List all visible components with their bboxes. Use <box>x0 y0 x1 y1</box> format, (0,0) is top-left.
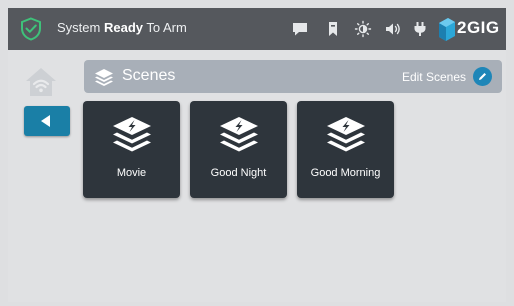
layers-icon <box>95 69 113 86</box>
scene-tile-movie[interactable]: Movie <box>83 101 180 198</box>
scene-lightning-layers-icon <box>327 117 365 152</box>
home-wifi-icon[interactable] <box>24 65 58 99</box>
edit-scenes-button[interactable] <box>473 67 492 86</box>
message-icon[interactable] <box>291 20 309 38</box>
pencil-icon <box>479 73 486 80</box>
back-button[interactable] <box>24 106 70 136</box>
panel-screen: System Ready To Arm 2GIG Scenes Edit Sce… <box>8 8 506 302</box>
scenes-title: Scenes <box>122 67 176 84</box>
scenes-header: Scenes Edit Scenes <box>84 60 502 93</box>
brightness-icon[interactable] <box>354 20 372 38</box>
status-bar: System Ready To Arm 2GIG <box>8 8 506 50</box>
brand-name: 2GIG <box>457 18 500 37</box>
status-suffix: To Arm <box>143 20 187 35</box>
scene-label: Movie <box>116 167 147 179</box>
status-ready: Ready <box>103 20 143 35</box>
scene-label: Good Night <box>210 167 267 179</box>
power-plug-icon[interactable] <box>411 20 429 38</box>
scene-tile-good-night[interactable]: Good Night <box>190 101 287 198</box>
volume-icon[interactable] <box>384 20 402 38</box>
status-prefix: System <box>57 20 104 35</box>
bookmark-icon[interactable] <box>324 20 342 38</box>
edit-scenes-label[interactable]: Edit Scenes <box>402 70 466 84</box>
shield-check-icon <box>21 17 41 41</box>
back-arrow-icon <box>41 115 50 127</box>
scene-label: Good Morning <box>310 167 381 179</box>
scene-lightning-layers-icon <box>113 117 151 152</box>
arm-status-text: System Ready To Arm <box>57 20 187 35</box>
scene-tile-good-morning[interactable]: Good Morning <box>297 101 394 198</box>
scene-lightning-layers-icon <box>220 117 258 152</box>
